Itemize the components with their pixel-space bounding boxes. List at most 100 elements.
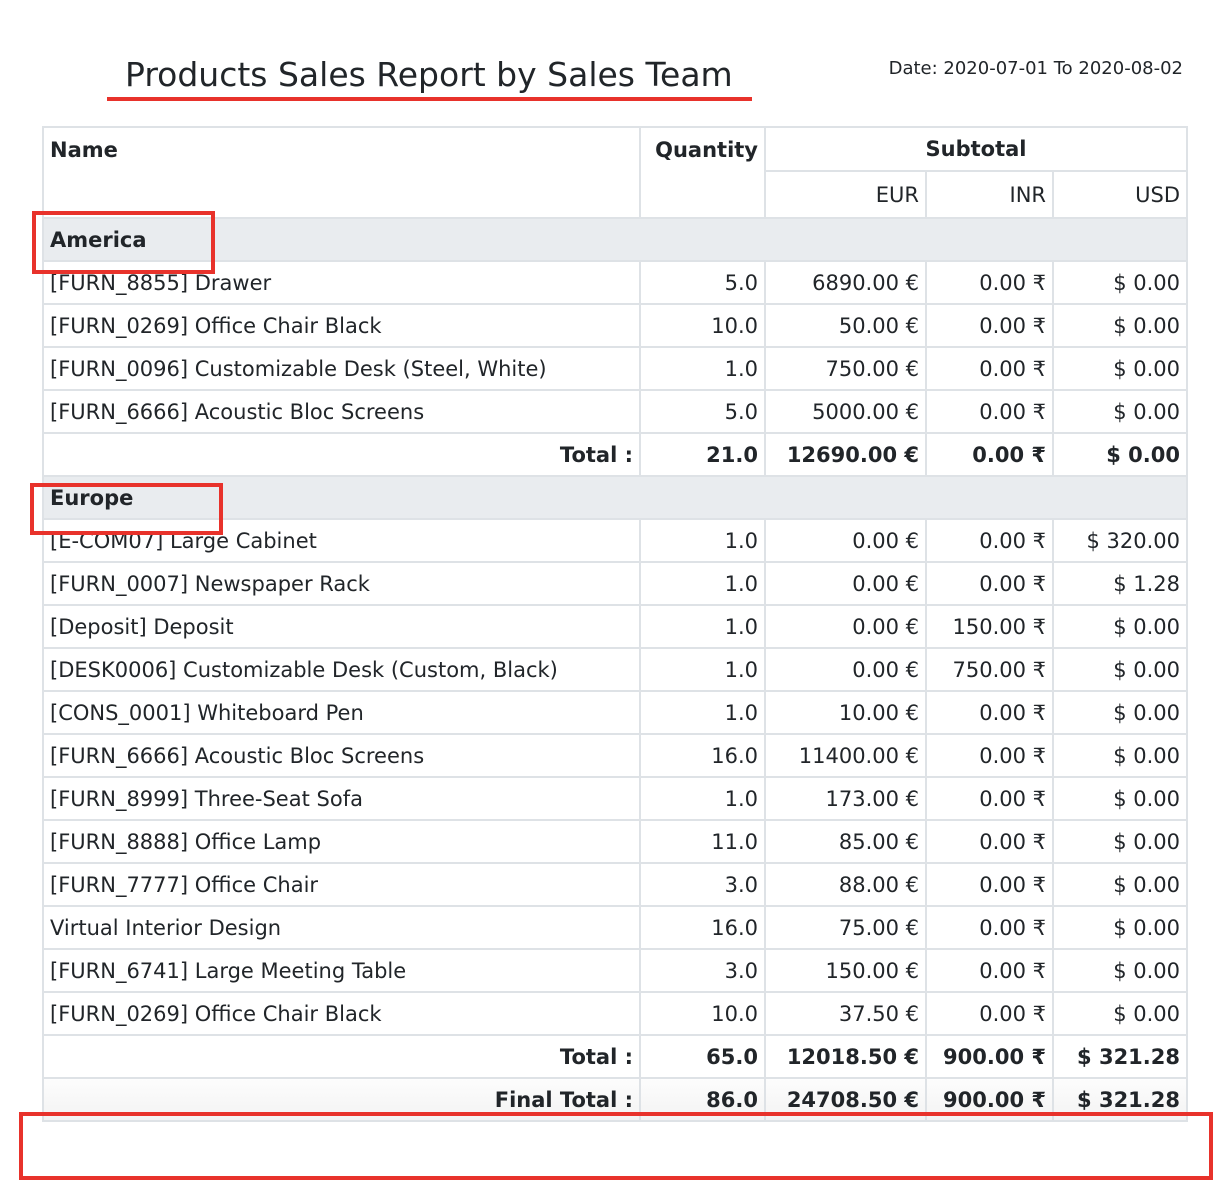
group-total-usd: $ 321.28 bbox=[1052, 1034, 1188, 1079]
table-row: [FURN_6666] Acoustic Bloc Screens 5.0 5000… bbox=[42, 389, 1188, 434]
header-currency-eur: EUR bbox=[764, 170, 927, 219]
subtotal-usd: $ 0.00 bbox=[1052, 690, 1188, 735]
product-name: [FURN_0007] Newspaper Rack bbox=[42, 561, 641, 606]
subtotal-eur: 750.00 € bbox=[764, 346, 927, 391]
product-name: [FURN_7777] Office Chair bbox=[42, 862, 641, 907]
table-row: [DESK0006] Customizable Desk (Custom, Bl… bbox=[42, 647, 1188, 692]
header-quantity: Quantity bbox=[639, 126, 766, 219]
subtotal-usd: $ 320.00 bbox=[1052, 518, 1188, 563]
header-currency-inr: INR bbox=[925, 170, 1054, 219]
product-quantity: 1.0 bbox=[639, 561, 766, 606]
table-row: [FURN_7777] Office Chair 3.0 88.00 €0.00 ₹… bbox=[42, 862, 1188, 907]
header-subtotal: Subtotal bbox=[764, 126, 1188, 172]
sales-report-table: Name Quantity Subtotal EUR INR USD Ameri… bbox=[42, 126, 1188, 1122]
final-total-inr: 900.00 ₹ bbox=[925, 1077, 1054, 1122]
final-total-row: Final Total : 86.0 24708.50 € 900.00 ₹ $… bbox=[42, 1077, 1188, 1122]
final-total-usd: $ 321.28 bbox=[1052, 1077, 1188, 1122]
product-name: Virtual Interior Design bbox=[42, 905, 641, 950]
final-total-highlight-box bbox=[19, 1112, 1213, 1180]
subtotal-eur: 5000.00 € bbox=[764, 389, 927, 434]
product-quantity: 1.0 bbox=[639, 604, 766, 649]
subtotal-usd: $ 0.00 bbox=[1052, 991, 1188, 1036]
product-name: [FURN_0269] Office Chair Black bbox=[42, 991, 641, 1036]
final-total-label: Final Total : bbox=[42, 1077, 641, 1122]
product-name: [FURN_0096] Customizable Desk (Steel, Wh… bbox=[42, 346, 641, 391]
table-row: [E-COM07] Large Cabinet 1.0 0.00 €0.00 ₹ $ … bbox=[42, 518, 1188, 563]
table-row: [FURN_8999] Three-Seat Sofa 1.0 173.00 €0.… bbox=[42, 776, 1188, 821]
product-name: [Deposit] Deposit bbox=[42, 604, 641, 649]
subtotal-eur: 0.00 € bbox=[764, 647, 927, 692]
subtotal-usd: $ 0.00 bbox=[1052, 346, 1188, 391]
group-total-usd: $ 0.00 bbox=[1052, 432, 1188, 477]
subtotal-eur: 11400.00 € bbox=[764, 733, 927, 778]
product-name: [E-COM07] Large Cabinet bbox=[42, 518, 641, 563]
subtotal-usd: $ 0.00 bbox=[1052, 776, 1188, 821]
product-quantity: 10.0 bbox=[639, 303, 766, 348]
group-total-eur: 12018.50 € bbox=[764, 1034, 927, 1079]
subtotal-usd: $ 0.00 bbox=[1052, 647, 1188, 692]
table-row: [FURN_6666] Acoustic Bloc Screens 16.0 114… bbox=[42, 733, 1188, 778]
table-row: [CONS_0001] Whiteboard Pen 1.0 10.00 €0.00… bbox=[42, 690, 1188, 735]
table-row: Virtual Interior Design 16.0 75.00 €0.00 ₹… bbox=[42, 905, 1188, 950]
subtotal-eur: 6890.00 € bbox=[764, 260, 927, 305]
subtotal-eur: 173.00 € bbox=[764, 776, 927, 821]
product-quantity: 1.0 bbox=[639, 346, 766, 391]
product-name: [FURN_8999] Three-Seat Sofa bbox=[42, 776, 641, 821]
subtotal-inr: 0.00 ₹ bbox=[925, 819, 1054, 864]
subtotal-inr: 0.00 ₹ bbox=[925, 776, 1054, 821]
table-row: [FURN_0096] Customizable Desk (Steel, Wh… bbox=[42, 346, 1188, 391]
group-total-quantity: 21.0 bbox=[639, 432, 766, 477]
subtotal-eur: 85.00 € bbox=[764, 819, 927, 864]
subtotal-inr: 0.00 ₹ bbox=[925, 733, 1054, 778]
subtotal-usd: $ 0.00 bbox=[1052, 905, 1188, 950]
group-total-inr: 0.00 ₹ bbox=[925, 432, 1054, 477]
product-quantity: 5.0 bbox=[639, 389, 766, 434]
subtotal-eur: 0.00 € bbox=[764, 561, 927, 606]
group-total-eur: 12690.00 € bbox=[764, 432, 927, 477]
subtotal-inr: 0.00 ₹ bbox=[925, 991, 1054, 1036]
product-quantity: 16.0 bbox=[639, 733, 766, 778]
product-name: [FURN_8888] Office Lamp bbox=[42, 819, 641, 864]
subtotal-eur: 37.50 € bbox=[764, 991, 927, 1036]
product-name: [FURN_0269] Office Chair Black bbox=[42, 303, 641, 348]
group-total-inr: 900.00 ₹ bbox=[925, 1034, 1054, 1079]
product-quantity: 1.0 bbox=[639, 690, 766, 735]
subtotal-eur: 0.00 € bbox=[764, 518, 927, 563]
report-body: America [FURN_8855] Drawer 5.0 6890.00 €0.0… bbox=[42, 217, 1188, 1079]
product-name: [FURN_6666] Acoustic Bloc Screens bbox=[42, 389, 641, 434]
subtotal-eur: 50.00 € bbox=[764, 303, 927, 348]
product-quantity: 11.0 bbox=[639, 819, 766, 864]
subtotal-usd: $ 0.00 bbox=[1052, 819, 1188, 864]
group-name: America bbox=[42, 217, 1188, 262]
subtotal-eur: 0.00 € bbox=[764, 604, 927, 649]
header-currency-usd: USD bbox=[1052, 170, 1188, 219]
group-total-row: Total :65.0 12018.50 €900.00 ₹ $ 321.28 bbox=[42, 1034, 1188, 1079]
group-total-label: Total : bbox=[42, 1034, 641, 1079]
subtotal-usd: $ 0.00 bbox=[1052, 948, 1188, 993]
product-quantity: 16.0 bbox=[639, 905, 766, 950]
table-row: [FURN_8855] Drawer 5.0 6890.00 €0.00 ₹ $ 0.… bbox=[42, 260, 1188, 305]
product-name: [FURN_6666] Acoustic Bloc Screens bbox=[42, 733, 641, 778]
product-name: [FURN_8855] Drawer bbox=[42, 260, 641, 305]
product-quantity: 3.0 bbox=[639, 862, 766, 907]
product-quantity: 1.0 bbox=[639, 647, 766, 692]
subtotal-inr: 0.00 ₹ bbox=[925, 690, 1054, 735]
subtotal-inr: 0.00 ₹ bbox=[925, 862, 1054, 907]
subtotal-inr: 0.00 ₹ bbox=[925, 389, 1054, 434]
table-row: [Deposit] Deposit 1.0 0.00 €150.00 ₹ $ 0.00 bbox=[42, 604, 1188, 649]
group-header-row: America bbox=[42, 217, 1188, 262]
product-quantity: 1.0 bbox=[639, 518, 766, 563]
title-underline-annotation bbox=[107, 97, 752, 101]
product-name: [FURN_6741] Large Meeting Table bbox=[42, 948, 641, 993]
subtotal-eur: 10.00 € bbox=[764, 690, 927, 735]
group-total-row: Total :21.0 12690.00 €0.00 ₹ $ 0.00 bbox=[42, 432, 1188, 477]
subtotal-eur: 150.00 € bbox=[764, 948, 927, 993]
table-row: [FURN_0007] Newspaper Rack 1.0 0.00 €0.00 … bbox=[42, 561, 1188, 606]
subtotal-inr: 0.00 ₹ bbox=[925, 260, 1054, 305]
group-header-row: Europe bbox=[42, 475, 1188, 520]
report-date-range: Date: 2020-07-01 To 2020-08-02 bbox=[888, 58, 1183, 79]
subtotal-usd: $ 0.00 bbox=[1052, 733, 1188, 778]
subtotal-inr: 0.00 ₹ bbox=[925, 346, 1054, 391]
product-name: [DESK0006] Customizable Desk (Custom, Bl… bbox=[42, 647, 641, 692]
table-row: [FURN_0269] Office Chair Black 10.0 50.00 … bbox=[42, 303, 1188, 348]
